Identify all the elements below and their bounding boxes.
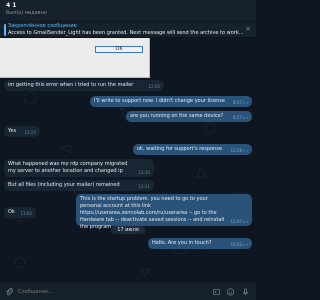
- message-time: 8:57: [233, 115, 242, 120]
- read-check-icon: ✓✓: [242, 148, 249, 153]
- message-bubble[interactable]: are you running on the same device? 8:57…: [126, 111, 252, 122]
- message-time: 13:02: [20, 211, 32, 216]
- error-screenshot-image[interactable]: OK: [0, 38, 150, 78]
- message-bubble[interactable]: What happened was my rdp company migrate…: [4, 159, 154, 177]
- message-bubble[interactable]: ok, waiting for support's response 12:28…: [133, 144, 252, 155]
- message-text: are you running on the same device?: [130, 113, 224, 119]
- message-time: 12:05: [148, 84, 160, 89]
- pinned-accent-bar: [4, 24, 6, 36]
- message-bubble[interactable]: This is the startup problem. you need to…: [76, 194, 252, 230]
- message-time: 8:57: [233, 100, 242, 105]
- read-check-icon: ✓✓: [242, 115, 249, 120]
- pinned-text: Access to GmailSender_Light has been gra…: [8, 30, 244, 36]
- emoji-icon[interactable]: [226, 287, 235, 297]
- message-bubble[interactable]: im getting this error when i tried to ru…: [4, 80, 164, 91]
- message-bubble[interactable]: Hello. Are you in touch? 10:42 ✓✓: [148, 238, 252, 249]
- bot-commands-icon[interactable]: [212, 287, 221, 297]
- message-time: 12:28: [230, 148, 242, 153]
- message-time: 12:30: [138, 170, 150, 175]
- message-text: ok, waiting for support's response: [137, 146, 222, 152]
- message-input[interactable]: [18, 287, 188, 297]
- read-check-icon: ✓✓: [242, 219, 249, 224]
- paperclip-icon[interactable]: [5, 287, 14, 297]
- pinned-title: Закреплённое сообщение: [8, 23, 77, 29]
- message-time: 12:31: [138, 184, 150, 189]
- message-bubble[interactable]: Ok 13:02: [4, 207, 36, 218]
- message-text: Hello. Are you in touch?: [152, 240, 212, 246]
- read-check-icon: ✓✓: [242, 242, 249, 247]
- message-text: But all files (including your mailer) re…: [8, 182, 120, 188]
- message-text: I'll write to support now. I didn't chan…: [94, 98, 225, 104]
- chat-status: был(а) недавно: [6, 10, 47, 16]
- message-text: Yes: [8, 128, 17, 134]
- pinned-message[interactable]: Закреплённое сообщение Access to GmailSe…: [0, 22, 256, 38]
- message-list[interactable]: OK im getting this error when i tried to…: [0, 38, 256, 282]
- message-text: This is the startup problem. you need to…: [80, 196, 225, 230]
- close-icon[interactable]: ×: [245, 26, 251, 33]
- chat-header[interactable]: 4 1 был(а) недавно: [0, 0, 256, 22]
- message-time: 12:25: [24, 130, 36, 135]
- message-text: im getting this error when i tried to ru…: [8, 82, 134, 88]
- message-bubble[interactable]: I'll write to support now. I didn't chan…: [90, 96, 252, 107]
- chat-title: 4 1: [6, 2, 17, 9]
- read-check-icon: ✓✓: [242, 100, 249, 105]
- microphone-icon[interactable]: [241, 287, 250, 297]
- message-bubble[interactable]: Yes 12:25: [4, 126, 40, 137]
- message-composer: [0, 282, 256, 300]
- date-separator: 17 июля: [111, 226, 145, 234]
- message-bubble[interactable]: But all files (including your mailer) re…: [4, 180, 154, 191]
- ok-button: OK: [95, 46, 143, 53]
- message-time: 10:42: [230, 242, 242, 247]
- message-text: Ok: [8, 209, 15, 215]
- message-text: What happened was my rdp company migrate…: [8, 161, 128, 174]
- message-time: 12:47: [230, 219, 242, 224]
